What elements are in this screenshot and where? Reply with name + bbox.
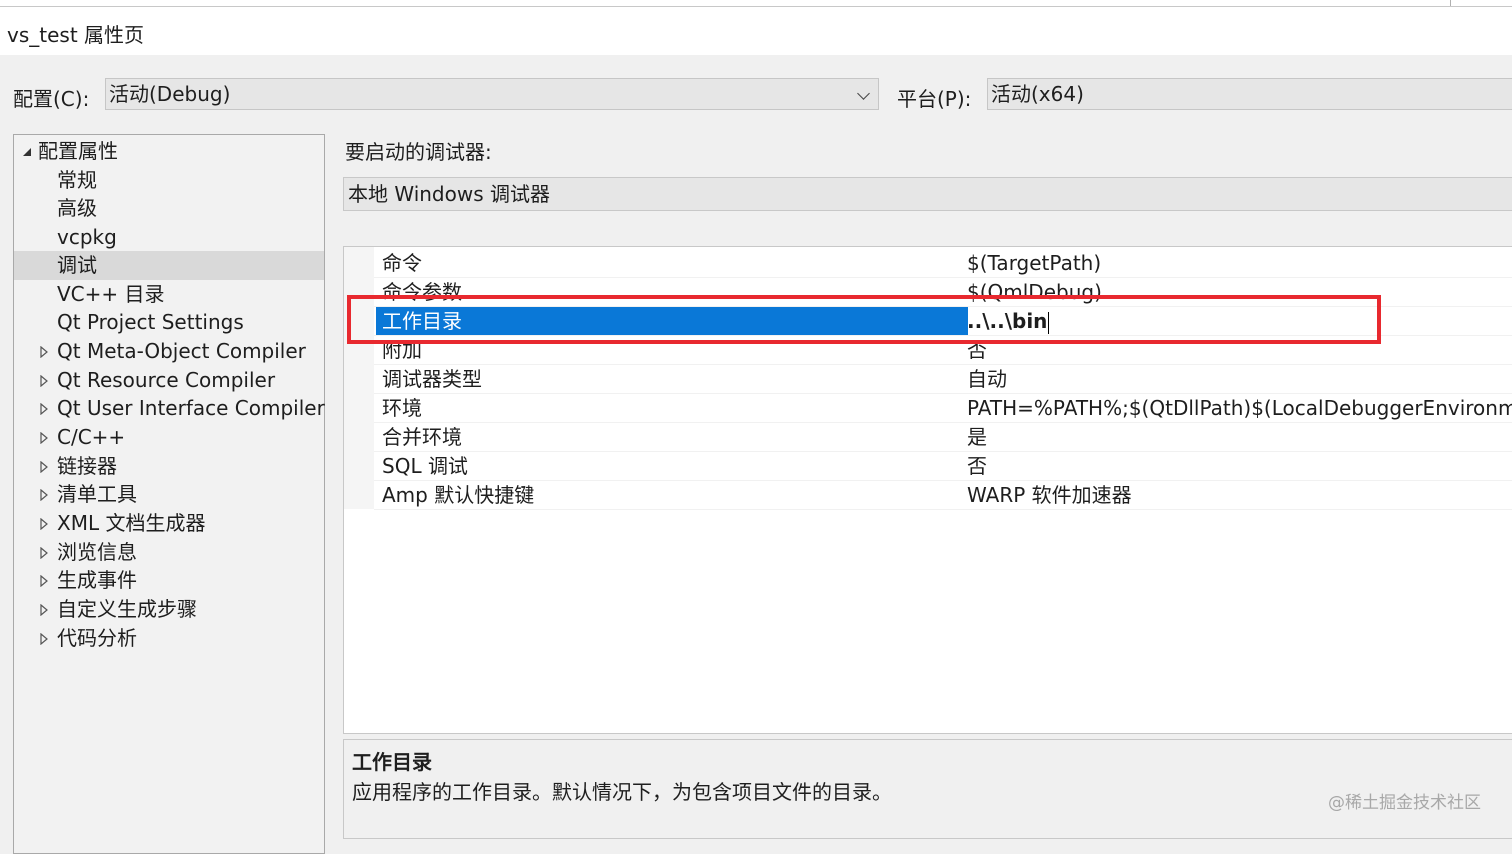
- tree-item-label: Qt Meta-Object Compiler: [57, 339, 306, 363]
- tree-item-vcpkg[interactable]: vcpkg: [14, 223, 324, 252]
- tree-item-label: 清单工具: [57, 482, 137, 506]
- grid-gutter: [344, 247, 374, 509]
- config-label: 配置(C):: [13, 87, 90, 111]
- property-name: 合并环境: [382, 425, 462, 449]
- tree-item-label: 代码分析: [57, 626, 137, 650]
- tree-item-label: C/C++: [57, 425, 126, 449]
- property-value[interactable]: WARP 软件加速器: [967, 481, 1132, 510]
- tree-item-label: 常规: [57, 168, 97, 192]
- debugger-value: 本地 Windows 调试器: [348, 182, 550, 206]
- config-dropdown[interactable]: 活动(Debug): [105, 78, 879, 110]
- platform-dropdown[interactable]: 活动(x64): [987, 78, 1512, 110]
- collapsed-arrow-icon[interactable]: [40, 518, 48, 530]
- tree-item-label: 调试: [57, 253, 97, 277]
- debugger-label: 要启动的调试器:: [345, 140, 492, 164]
- property-row[interactable]: 命令 $(TargetPath): [374, 249, 1512, 278]
- tree-item-build-events[interactable]: 生成事件: [14, 566, 324, 595]
- tree-item-advanced[interactable]: 高级: [14, 194, 324, 223]
- collapsed-arrow-icon[interactable]: [40, 604, 48, 616]
- window-title: vs_test 属性页: [7, 23, 145, 47]
- collapsed-arrow-icon[interactable]: [40, 346, 48, 358]
- divider: [1450, 0, 1451, 6]
- platform-value: 活动(x64): [991, 82, 1084, 106]
- tree-item-label: 生成事件: [57, 568, 137, 592]
- tree-item-linker[interactable]: 链接器: [14, 452, 324, 481]
- description-title: 工作目录: [352, 750, 432, 774]
- collapsed-arrow-icon[interactable]: [40, 375, 48, 387]
- platform-label: 平台(P):: [897, 87, 972, 111]
- collapsed-arrow-icon[interactable]: [40, 633, 48, 645]
- property-row[interactable]: 调试器类型 自动: [374, 365, 1512, 394]
- tree-item-browse-info[interactable]: 浏览信息: [14, 538, 324, 567]
- tree-item-label: 链接器: [57, 454, 117, 478]
- tree-item-manifest-tool[interactable]: 清单工具: [14, 480, 324, 509]
- tree-item-qt-moc[interactable]: Qt Meta-Object Compiler: [14, 337, 324, 366]
- property-name: Amp 默认快捷键: [382, 483, 535, 507]
- tree-item-label: 高级: [57, 196, 97, 220]
- top-strip: [0, 0, 1512, 7]
- tree-item-qt-project-settings[interactable]: Qt Project Settings: [14, 308, 324, 337]
- tree-item-xml-doc[interactable]: XML 文档生成器: [14, 509, 324, 538]
- debugger-dropdown[interactable]: 本地 Windows 调试器: [343, 177, 1512, 211]
- tree-item-vc-directories[interactable]: VC++ 目录: [14, 280, 324, 309]
- property-row[interactable]: SQL 调试 否: [374, 452, 1512, 481]
- collapsed-arrow-icon[interactable]: [40, 403, 48, 415]
- tree-item-label: XML 文档生成器: [57, 511, 206, 535]
- tree-item-qt-uic[interactable]: Qt User Interface Compiler: [14, 394, 325, 423]
- tree-item-general[interactable]: 常规: [14, 166, 324, 195]
- collapsed-arrow-icon[interactable]: [40, 432, 48, 444]
- property-name: 调试器类型: [382, 367, 482, 391]
- tree-item-label: Qt Project Settings: [57, 310, 244, 334]
- property-row[interactable]: Amp 默认快捷键 WARP 软件加速器: [374, 481, 1512, 510]
- property-row[interactable]: 合并环境 是: [374, 423, 1512, 452]
- property-name: SQL 调试: [382, 454, 468, 478]
- property-name: 环境: [382, 396, 422, 420]
- watermark: @稀土掘金技术社区: [1328, 793, 1481, 813]
- tree-item-qt-rcc[interactable]: Qt Resource Compiler: [14, 366, 324, 395]
- collapsed-arrow-icon[interactable]: [40, 547, 48, 559]
- expanded-arrow-icon[interactable]: [22, 147, 32, 157]
- tree-item-label: 浏览信息: [57, 540, 137, 564]
- tree-item-label: Qt Resource Compiler: [57, 368, 276, 392]
- collapsed-arrow-icon[interactable]: [40, 575, 48, 587]
- property-row[interactable]: 环境 PATH=%PATH%;$(QtDllPath)$(LocalDebugg…: [374, 394, 1512, 423]
- config-tree: 配置属性 常规 高级 vcpkg 调试 VC++ 目录 Qt Project S…: [13, 134, 325, 854]
- tree-item-custom-build-step[interactable]: 自定义生成步骤: [14, 595, 324, 624]
- property-value[interactable]: 自动: [967, 365, 1007, 394]
- collapsed-arrow-icon[interactable]: [40, 489, 48, 501]
- property-name: 命令: [382, 251, 422, 275]
- tree-item-label: Qt User Interface Compiler: [57, 396, 325, 420]
- property-value[interactable]: $(TargetPath): [967, 249, 1101, 278]
- property-value[interactable]: 否: [967, 452, 987, 481]
- tree-item-code-analysis[interactable]: 代码分析: [14, 624, 324, 653]
- tree-item-cpp[interactable]: C/C++: [14, 423, 324, 452]
- tree-item-label: 自定义生成步骤: [57, 597, 197, 621]
- tree-item-debugging[interactable]: 调试: [14, 251, 324, 280]
- property-value[interactable]: 是: [967, 423, 987, 452]
- chevron-down-icon[interactable]: [857, 87, 870, 100]
- title-bar: vs_test 属性页: [0, 7, 1512, 55]
- tree-item-label: vcpkg: [57, 225, 117, 249]
- description-text: 应用程序的工作目录。默认情况下，为包含项目文件的目录。: [352, 780, 892, 804]
- annotation-highlight-box: [347, 295, 1381, 344]
- property-value[interactable]: PATH=%PATH%;$(QtDllPath)$(LocalDebuggerE…: [967, 394, 1512, 423]
- collapsed-arrow-icon[interactable]: [40, 461, 48, 473]
- tree-root[interactable]: 配置属性: [14, 137, 324, 166]
- tree-item-label: VC++ 目录: [57, 282, 165, 306]
- config-value: 活动(Debug): [109, 82, 231, 106]
- tree-root-label: 配置属性: [38, 139, 118, 163]
